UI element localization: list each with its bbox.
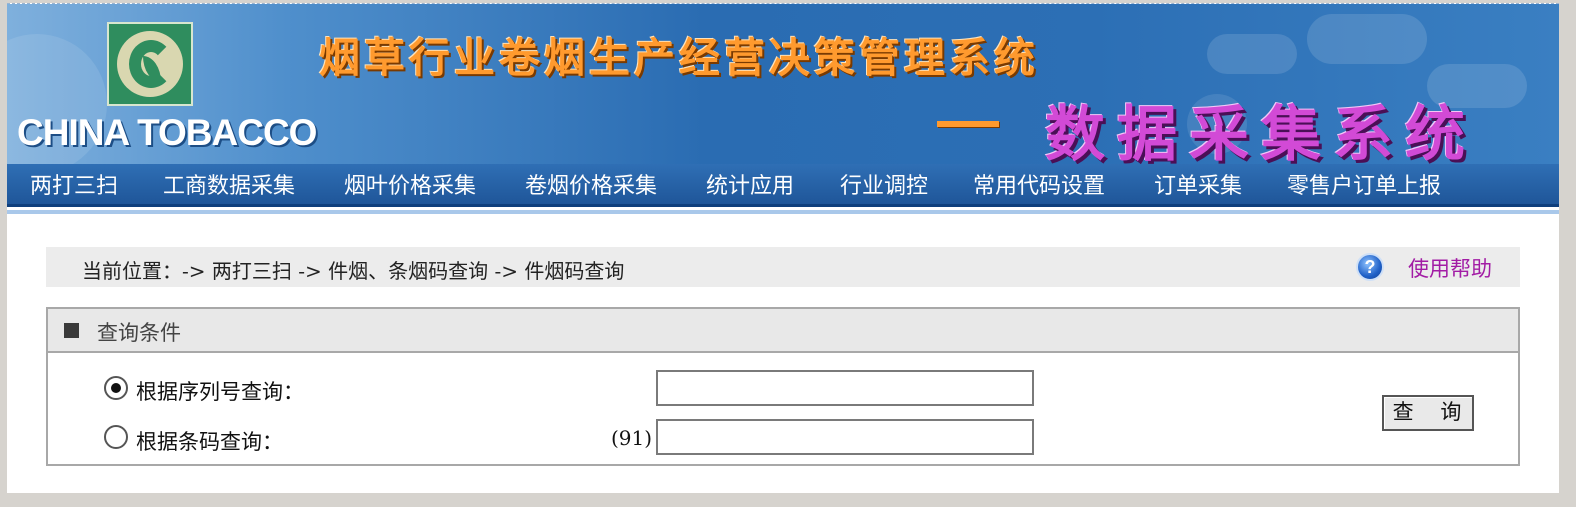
help-question-icon[interactable]: ? [1356,253,1384,281]
breadcrumb-bar: 当前位置：-> 两打三扫 -> 件烟、条烟码查询 -> 件烟码查询 ? 使用帮助 [46,247,1520,287]
nav-item-code-settings[interactable]: 常用代码设置 [973,168,1105,200]
nav-item-dasaosan[interactable]: 两打三扫 [30,168,118,200]
banner-decoration [1307,14,1427,64]
query-panel-title: 查询条件 [97,321,181,345]
query-panel: 查询条件 根据序列号查询： 根据条码查询： (91) 查 询 [46,307,1520,466]
barcode-input[interactable] [656,419,1034,455]
china-tobacco-logo [107,22,193,106]
query-button[interactable]: 查 询 [1382,395,1474,431]
barcode-query-label: 根据条码查询： [136,430,283,454]
help-link[interactable]: 使用帮助 [1408,253,1492,283]
radio-barcode[interactable] [104,425,128,449]
nav-item-cigarette-price[interactable]: 卷烟价格采集 [525,168,657,200]
serial-query-label: 根据序列号查询： [136,380,304,404]
query-panel-header: 查询条件 [48,309,1518,353]
main-nav: 两打三扫 工商数据采集 烟叶价格采集 卷烟价格采集 统计应用 行业调控 常用代码… [7,164,1559,207]
title-dash [937,121,999,127]
breadcrumb: 当前位置：-> 两打三扫 -> 件烟、条烟码查询 -> 件烟码查询 [82,259,625,283]
radio-serial-number[interactable] [104,376,128,400]
nav-item-leaf-price[interactable]: 烟叶价格采集 [344,168,476,200]
system-title: 烟草行业卷烟生产经营决策管理系统 [319,34,1039,82]
serial-number-input[interactable] [656,370,1034,406]
brand-name: CHINA TOBACCO [17,112,317,153]
nav-item-regulation[interactable]: 行业调控 [840,168,928,200]
nav-item-business-data[interactable]: 工商数据采集 [163,168,295,200]
nav-item-retailer-order[interactable]: 零售户订单上报 [1287,168,1441,200]
nav-item-order-collection[interactable]: 订单采集 [1154,168,1242,200]
barcode-prefix: (91) [611,426,653,450]
banner-decoration [1207,34,1297,74]
header-banner: CHINA TOBACCO 烟草行业卷烟生产经营决策管理系统 数据采集系统 [7,4,1559,164]
square-bullet-icon [64,323,79,338]
page-frame: CHINA TOBACCO 烟草行业卷烟生产经营决策管理系统 数据采集系统 两打… [7,3,1559,493]
nav-divider [7,210,1559,214]
sub-title: 数据采集系统 [1045,100,1477,164]
nav-item-statistics[interactable]: 统计应用 [706,168,794,200]
